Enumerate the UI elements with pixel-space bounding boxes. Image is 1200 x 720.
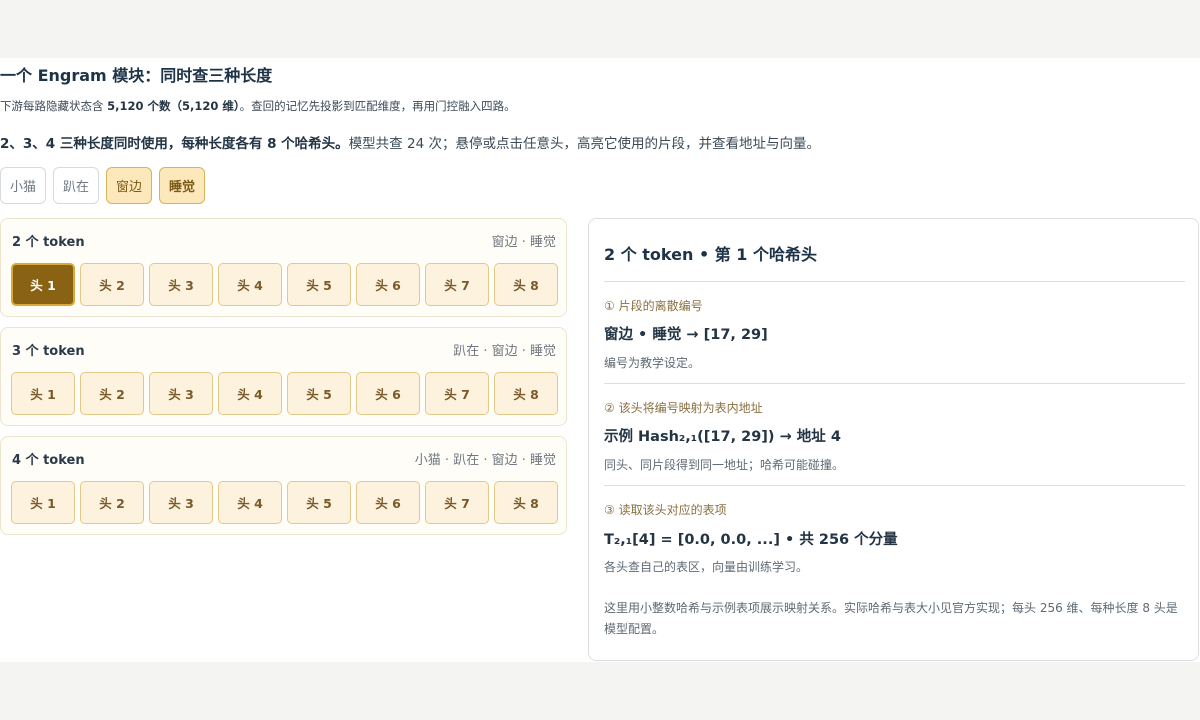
hash-head-button[interactable]: 头 5 bbox=[287, 372, 351, 415]
token-chip[interactable]: 小猫 bbox=[0, 167, 47, 204]
subtitle: 下游每路隐藏状态含 5,120 个数（5,120 维）。查回的记忆先投影到匹配维… bbox=[0, 98, 516, 116]
divider bbox=[604, 281, 1185, 282]
step-2-label: ② 该头将编号映射为表内地址 bbox=[604, 401, 763, 415]
length-panel-4: 4 个 token 小猫 · 趴在 · 窗边 · 睡觉 头 1 头 2 头 3 … bbox=[0, 436, 567, 535]
detail-title: 2 个 token • 第 1 个哈希头 bbox=[604, 245, 818, 264]
hash-head-button[interactable]: 头 3 bbox=[149, 481, 213, 524]
step-1-label: ① 片段的离散编号 bbox=[604, 299, 703, 313]
hash-head-button[interactable]: 头 2 bbox=[80, 372, 144, 415]
length-panel-3: 3 个 token 趴在 · 窗边 · 睡觉 头 1 头 2 头 3 头 4 头… bbox=[0, 327, 567, 426]
hash-head-button[interactable]: 头 6 bbox=[356, 481, 420, 524]
hash-head-button[interactable]: 头 7 bbox=[425, 372, 489, 415]
bottom-band bbox=[0, 662, 1200, 720]
token-chip-highlighted[interactable]: 窗边 bbox=[106, 167, 153, 204]
panel-segment: 窗边 · 睡觉 bbox=[491, 235, 556, 250]
step-1-note: 编号为教学设定。 bbox=[604, 356, 701, 370]
panel-segment: 小猫 · 趴在 · 窗边 · 睡觉 bbox=[414, 453, 556, 468]
intro-rest: 模型共查 24 次；悬停或点击任意头，高亮它使用的片段，并查看地址与向量。 bbox=[348, 136, 820, 152]
step-1-value: 窗边 • 睡觉 → [17, 29] bbox=[604, 327, 768, 343]
token-chip[interactable]: 趴在 bbox=[53, 167, 100, 204]
hash-head-button[interactable]: 头 5 bbox=[287, 481, 351, 524]
hash-head-button[interactable]: 头 8 bbox=[494, 372, 558, 415]
subtitle-text-2: 。查回的记忆先投影到匹配维度，再用门控融入四路。 bbox=[239, 99, 516, 113]
step-2-value: 示例 Hash₂,₁([17, 29]) → 地址 4 bbox=[604, 429, 841, 445]
token-row: 小猫 趴在 窗边 睡觉 bbox=[0, 167, 206, 204]
hash-head-button[interactable]: 头 2 bbox=[80, 263, 144, 306]
head-row: 头 1 头 2 头 3 头 4 头 5 头 6 头 7 头 8 bbox=[11, 372, 558, 415]
intro-text: 2、3、4 三种长度同时使用，每种长度各有 8 个哈希头。模型共查 24 次；悬… bbox=[0, 132, 820, 152]
panel-title: 2 个 token bbox=[12, 235, 85, 250]
divider bbox=[604, 485, 1185, 486]
panel-title: 3 个 token bbox=[12, 344, 85, 359]
step-3-value: T₂,₁[4] = [0.0, 0.0, ...] • 共 256 个分量 bbox=[604, 532, 898, 548]
main-content: 一个 Engram 模块：同时查三种长度 下游每路隐藏状态含 5,120 个数（… bbox=[0, 58, 1200, 662]
subtitle-highlight: 5,120 个数（5,120 维） bbox=[107, 99, 240, 113]
divider bbox=[604, 383, 1185, 384]
hash-head-button[interactable]: 头 1 bbox=[11, 372, 75, 415]
length-panel-2: 2 个 token 窗边 · 睡觉 头 1 头 2 头 3 头 4 头 5 头 … bbox=[0, 218, 567, 317]
hash-head-button[interactable]: 头 8 bbox=[494, 263, 558, 306]
hash-head-button[interactable]: 头 6 bbox=[356, 372, 420, 415]
hash-head-button[interactable]: 头 5 bbox=[287, 263, 351, 306]
hash-head-button[interactable]: 头 7 bbox=[425, 481, 489, 524]
hash-head-button[interactable]: 头 3 bbox=[149, 263, 213, 306]
hash-head-button[interactable]: 头 6 bbox=[356, 263, 420, 306]
intro-highlight: 2、3、4 三种长度同时使用，每种长度各有 8 个哈希头。 bbox=[0, 136, 349, 152]
step-3-note: 各头查自己的表区，向量由训练学习。 bbox=[604, 560, 809, 574]
panel-segment: 趴在 · 窗边 · 睡觉 bbox=[453, 344, 556, 359]
hash-head-button[interactable]: 头 4 bbox=[218, 263, 282, 306]
footnote: 这里用小整数哈希与示例表项展示映射关系。实际哈希与表大小见官方实现；每头 256… bbox=[604, 601, 1178, 636]
step-3-label: ③ 读取该头对应的表项 bbox=[604, 503, 727, 517]
panel-title: 4 个 token bbox=[12, 453, 85, 468]
hash-head-button[interactable]: 头 1 bbox=[11, 263, 75, 306]
head-row: 头 1 头 2 头 3 头 4 头 5 头 6 头 7 头 8 bbox=[11, 263, 558, 306]
hash-head-button[interactable]: 头 7 bbox=[425, 263, 489, 306]
subtitle-text-1: 下游每路隐藏状态含 bbox=[0, 99, 108, 113]
hash-head-button[interactable]: 头 2 bbox=[80, 481, 144, 524]
hash-head-button[interactable]: 头 1 bbox=[11, 481, 75, 524]
page-title: 一个 Engram 模块：同时查三种长度 bbox=[0, 66, 273, 85]
hash-head-button[interactable]: 头 4 bbox=[218, 372, 282, 415]
hash-head-button[interactable]: 头 3 bbox=[149, 372, 213, 415]
step-2-note: 同头、同片段得到同一地址；哈希可能碰撞。 bbox=[604, 458, 845, 472]
head-row: 头 1 头 2 头 3 头 4 头 5 头 6 头 7 头 8 bbox=[11, 481, 558, 524]
hash-head-button[interactable]: 头 4 bbox=[218, 481, 282, 524]
top-band bbox=[0, 0, 1200, 58]
hash-head-button[interactable]: 头 8 bbox=[494, 481, 558, 524]
head-detail-panel: 2 个 token • 第 1 个哈希头 ① 片段的离散编号 窗边 • 睡觉 →… bbox=[588, 218, 1199, 661]
token-chip-highlighted[interactable]: 睡觉 bbox=[159, 167, 206, 204]
